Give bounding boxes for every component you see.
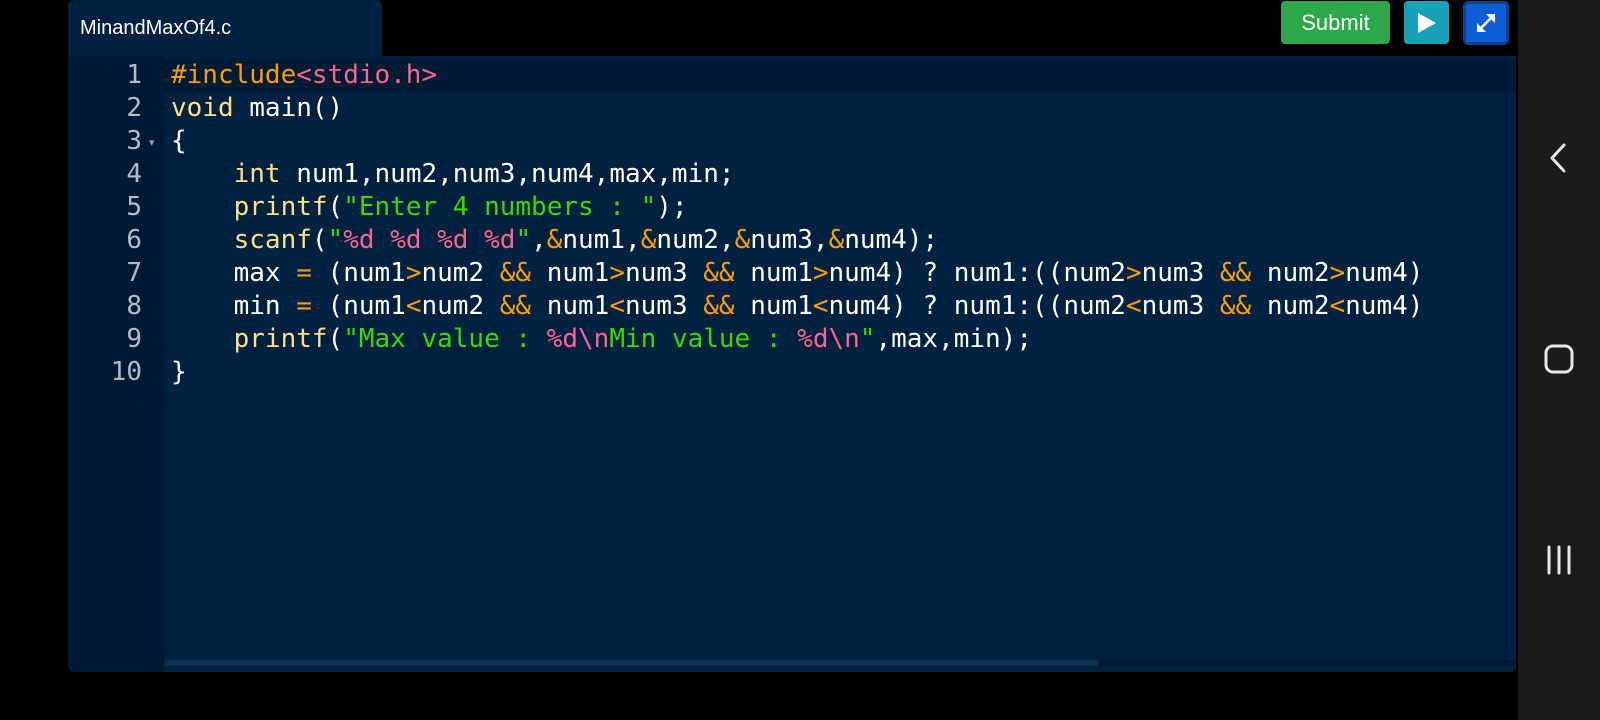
back-button[interactable] [1518, 142, 1600, 174]
code-editor[interactable]: 1 2 3 ▾ 4 5 6 7 8 9 10 #include<stdio.h>… [68, 56, 1516, 672]
line-number: 1 [126, 60, 142, 90]
line-number: 5 [126, 192, 142, 222]
horizontal-scrollbar-thumb[interactable] [164, 660, 1099, 666]
line-number: 2 [126, 93, 142, 123]
line-number-gutter: 1 2 3 ▾ 4 5 6 7 8 9 10 [68, 56, 164, 672]
code-line[interactable]: void main() [171, 92, 343, 125]
code-line[interactable]: #include<stdio.h> [171, 59, 437, 92]
line-number: 8 [126, 291, 142, 321]
code-line[interactable]: } [171, 356, 187, 389]
system-navigation-bar [1518, 0, 1600, 720]
line-number: 9 [126, 324, 142, 354]
back-chevron-icon [1550, 143, 1566, 173]
file-tab-label: MinandMaxOf4.c [80, 17, 232, 39]
file-tab[interactable]: MinandMaxOf4.c [68, 0, 382, 56]
code-line[interactable]: scanf("%d %d %d %d",&num1,&num2,&num3,&n… [171, 224, 939, 257]
recents-button[interactable] [1518, 544, 1600, 576]
code-line[interactable]: { [171, 125, 187, 158]
recents-icon [1547, 545, 1571, 575]
run-button[interactable] [1404, 1, 1449, 44]
home-icon [1544, 344, 1574, 374]
code-line[interactable]: min = (num1<num2 && num1<num3 && num1<nu… [171, 290, 1424, 323]
submit-button[interactable]: Submit [1281, 1, 1390, 44]
expand-button[interactable] [1463, 1, 1509, 45]
home-button[interactable] [1518, 343, 1600, 375]
line-number: 7 [126, 258, 142, 288]
expand-icon [1477, 14, 1495, 32]
line-number: 6 [126, 225, 142, 255]
line-number: 4 [126, 159, 142, 189]
fold-arrow-icon[interactable]: ▾ [149, 136, 155, 149]
code-line[interactable]: printf("Max value : %d\nMin value : %d\n… [171, 323, 1032, 356]
play-icon [1417, 12, 1436, 33]
line-number: 10 [110, 357, 142, 387]
code-line[interactable]: int num1,num2,num3,num4,max,min; [171, 158, 735, 191]
code-line[interactable]: printf("Enter 4 numbers : "); [171, 191, 688, 224]
code-line[interactable]: max = (num1>num2 && num1>num3 && num1>nu… [171, 257, 1424, 290]
line-number: 3 [126, 126, 142, 156]
